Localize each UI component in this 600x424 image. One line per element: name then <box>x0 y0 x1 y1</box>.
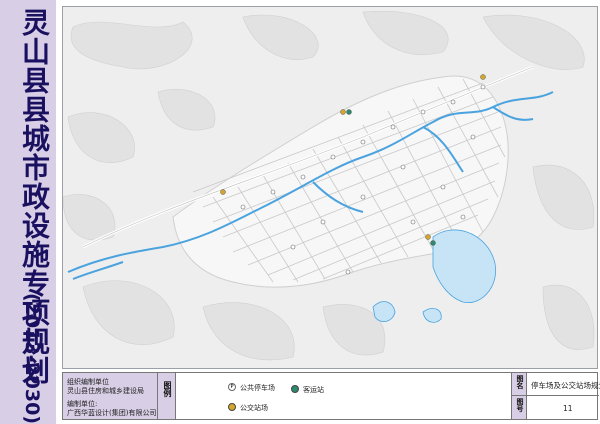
parking-lot-icon: P <box>228 383 236 391</box>
map-area <box>62 6 598 369</box>
sheet-label-panel: 图名 图号 <box>511 373 527 419</box>
sheet-number-label: 图号 <box>516 398 524 412</box>
bus-station-icon <box>228 403 236 411</box>
map-years: (2013-2030) <box>21 293 43 424</box>
passenger-station-icon <box>291 385 299 393</box>
title-sidebar: 灵山县县城市政设施专项规划 (2013-2030) <box>0 0 56 424</box>
organization-panel: 组织编制单位 灵山县住房和城乡建设局 编制单位: 广西华蓝设计(集团)有限公司 <box>63 373 158 419</box>
legend-item-passenger: 客运站 <box>303 386 324 394</box>
legend-item-bus: 公交站场 <box>240 404 268 412</box>
sheet-number: 11 <box>563 404 573 413</box>
legend-label-panel: 图例 <box>158 373 176 419</box>
legend-label: 图例 <box>163 381 172 397</box>
sheet-name-label: 图名 <box>516 375 524 389</box>
designer-name: 广西华蓝设计(集团)有限公司 <box>67 409 157 417</box>
legend-item-parking: 公共停车场 <box>240 384 275 392</box>
sheet-name: 停车场及公交站场规划图 <box>531 381 600 390</box>
legend-bar: 组织编制单位 灵山县住房和城乡建设局 编制单位: 广西华蓝设计(集团)有限公司 … <box>62 372 600 420</box>
city-map <box>63 7 597 368</box>
compiler-name: 灵山县住房和城乡建设局 <box>67 387 144 395</box>
sheet-divider <box>511 395 599 396</box>
